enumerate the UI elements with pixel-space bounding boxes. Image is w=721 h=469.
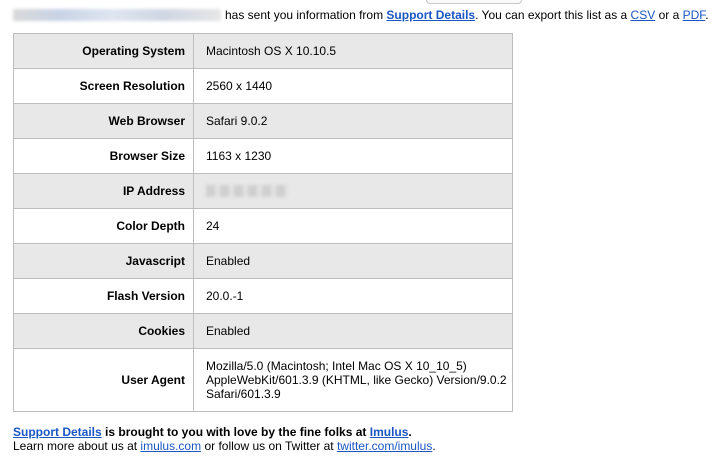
table-row: Flash Version 20.0.-1	[13, 278, 513, 314]
imulus-link[interactable]: Imulus	[370, 425, 409, 439]
row-label-operating-system: Operating System	[13, 33, 194, 69]
redacted-email	[13, 9, 221, 21]
intro-export-text: . You can export this list as a	[475, 8, 628, 22]
footer-line1-end: .	[408, 425, 412, 439]
top-button-edge[interactable]	[426, 0, 522, 4]
row-label-user-agent: User Agent	[13, 348, 194, 412]
row-value-screen-resolution: 2560 x 1440	[193, 68, 513, 104]
row-value-cookies: Enabled	[193, 313, 513, 349]
footer-learn-text: Learn more about us at	[13, 439, 138, 453]
row-label-web-browser: Web Browser	[13, 103, 194, 139]
footer-brought-text: is brought to you with love by the fine …	[105, 425, 367, 439]
redacted-ip	[206, 185, 288, 197]
table-row: Browser Size 1163 x 1230	[13, 138, 513, 174]
row-value-color-depth: 24	[193, 208, 513, 244]
row-label-cookies: Cookies	[13, 313, 194, 349]
row-label-ip-address: IP Address	[13, 173, 194, 209]
table-row: Web Browser Safari 9.0.2	[13, 103, 513, 139]
table-row: Cookies Enabled	[13, 313, 513, 349]
footer: Support Details is brought to you with l…	[13, 425, 436, 453]
twitter-link[interactable]: twitter.com/imulus	[337, 439, 432, 453]
row-value-javascript: Enabled	[193, 243, 513, 279]
footer-follow-text: or follow us on Twitter at	[204, 439, 334, 453]
table-row: Operating System Macintosh OS X 10.10.5	[13, 33, 513, 69]
imulus-site-link[interactable]: imulus.com	[140, 439, 201, 453]
pdf-link[interactable]: PDF	[683, 8, 706, 22]
row-value-operating-system: Macintosh OS X 10.10.5	[193, 33, 513, 69]
footer-line-2: Learn more about us at imulus.com or fol…	[13, 439, 436, 453]
row-value-browser-size: 1163 x 1230	[193, 138, 513, 174]
row-label-javascript: Javascript	[13, 243, 194, 279]
row-label-screen-resolution: Screen Resolution	[13, 68, 194, 104]
row-label-color-depth: Color Depth	[13, 208, 194, 244]
footer-support-details-link[interactable]: Support Details	[13, 425, 102, 439]
intro-or-text: or a	[658, 8, 680, 22]
row-value-web-browser: Safari 9.0.2	[193, 103, 513, 139]
row-label-browser-size: Browser Size	[13, 138, 194, 174]
intro-text: has sent you information from Support De…	[13, 7, 709, 23]
footer-line-1: Support Details is brought to you with l…	[13, 425, 436, 439]
row-label-flash-version: Flash Version	[13, 278, 194, 314]
table-row: IP Address	[13, 173, 513, 209]
user-agent-line: AppleWebKit/601.3.9 (KHTML, like Gecko) …	[206, 373, 507, 387]
footer-line2-end: .	[432, 439, 436, 453]
table-row: Javascript Enabled	[13, 243, 513, 279]
row-value-ip-address	[193, 173, 513, 209]
table-row: User Agent Mozilla/5.0 (Macintosh; Intel…	[13, 348, 513, 412]
table-row: Screen Resolution 2560 x 1440	[13, 68, 513, 104]
csv-link[interactable]: CSV	[631, 8, 656, 22]
intro-sender-text: has sent you information from	[225, 8, 384, 22]
support-details-link[interactable]: Support Details	[386, 8, 475, 22]
table-row: Color Depth 24	[13, 208, 513, 244]
intro-end-punct: .	[705, 8, 709, 22]
user-agent-line: Mozilla/5.0 (Macintosh; Intel Mac OS X 1…	[206, 359, 467, 373]
user-agent-line: Safari/601.3.9	[206, 387, 281, 401]
row-value-flash-version: 20.0.-1	[193, 278, 513, 314]
details-table: Operating System Macintosh OS X 10.10.5 …	[13, 33, 513, 412]
page: has sent you information from Support De…	[0, 0, 721, 469]
row-value-user-agent: Mozilla/5.0 (Macintosh; Intel Mac OS X 1…	[193, 348, 513, 412]
